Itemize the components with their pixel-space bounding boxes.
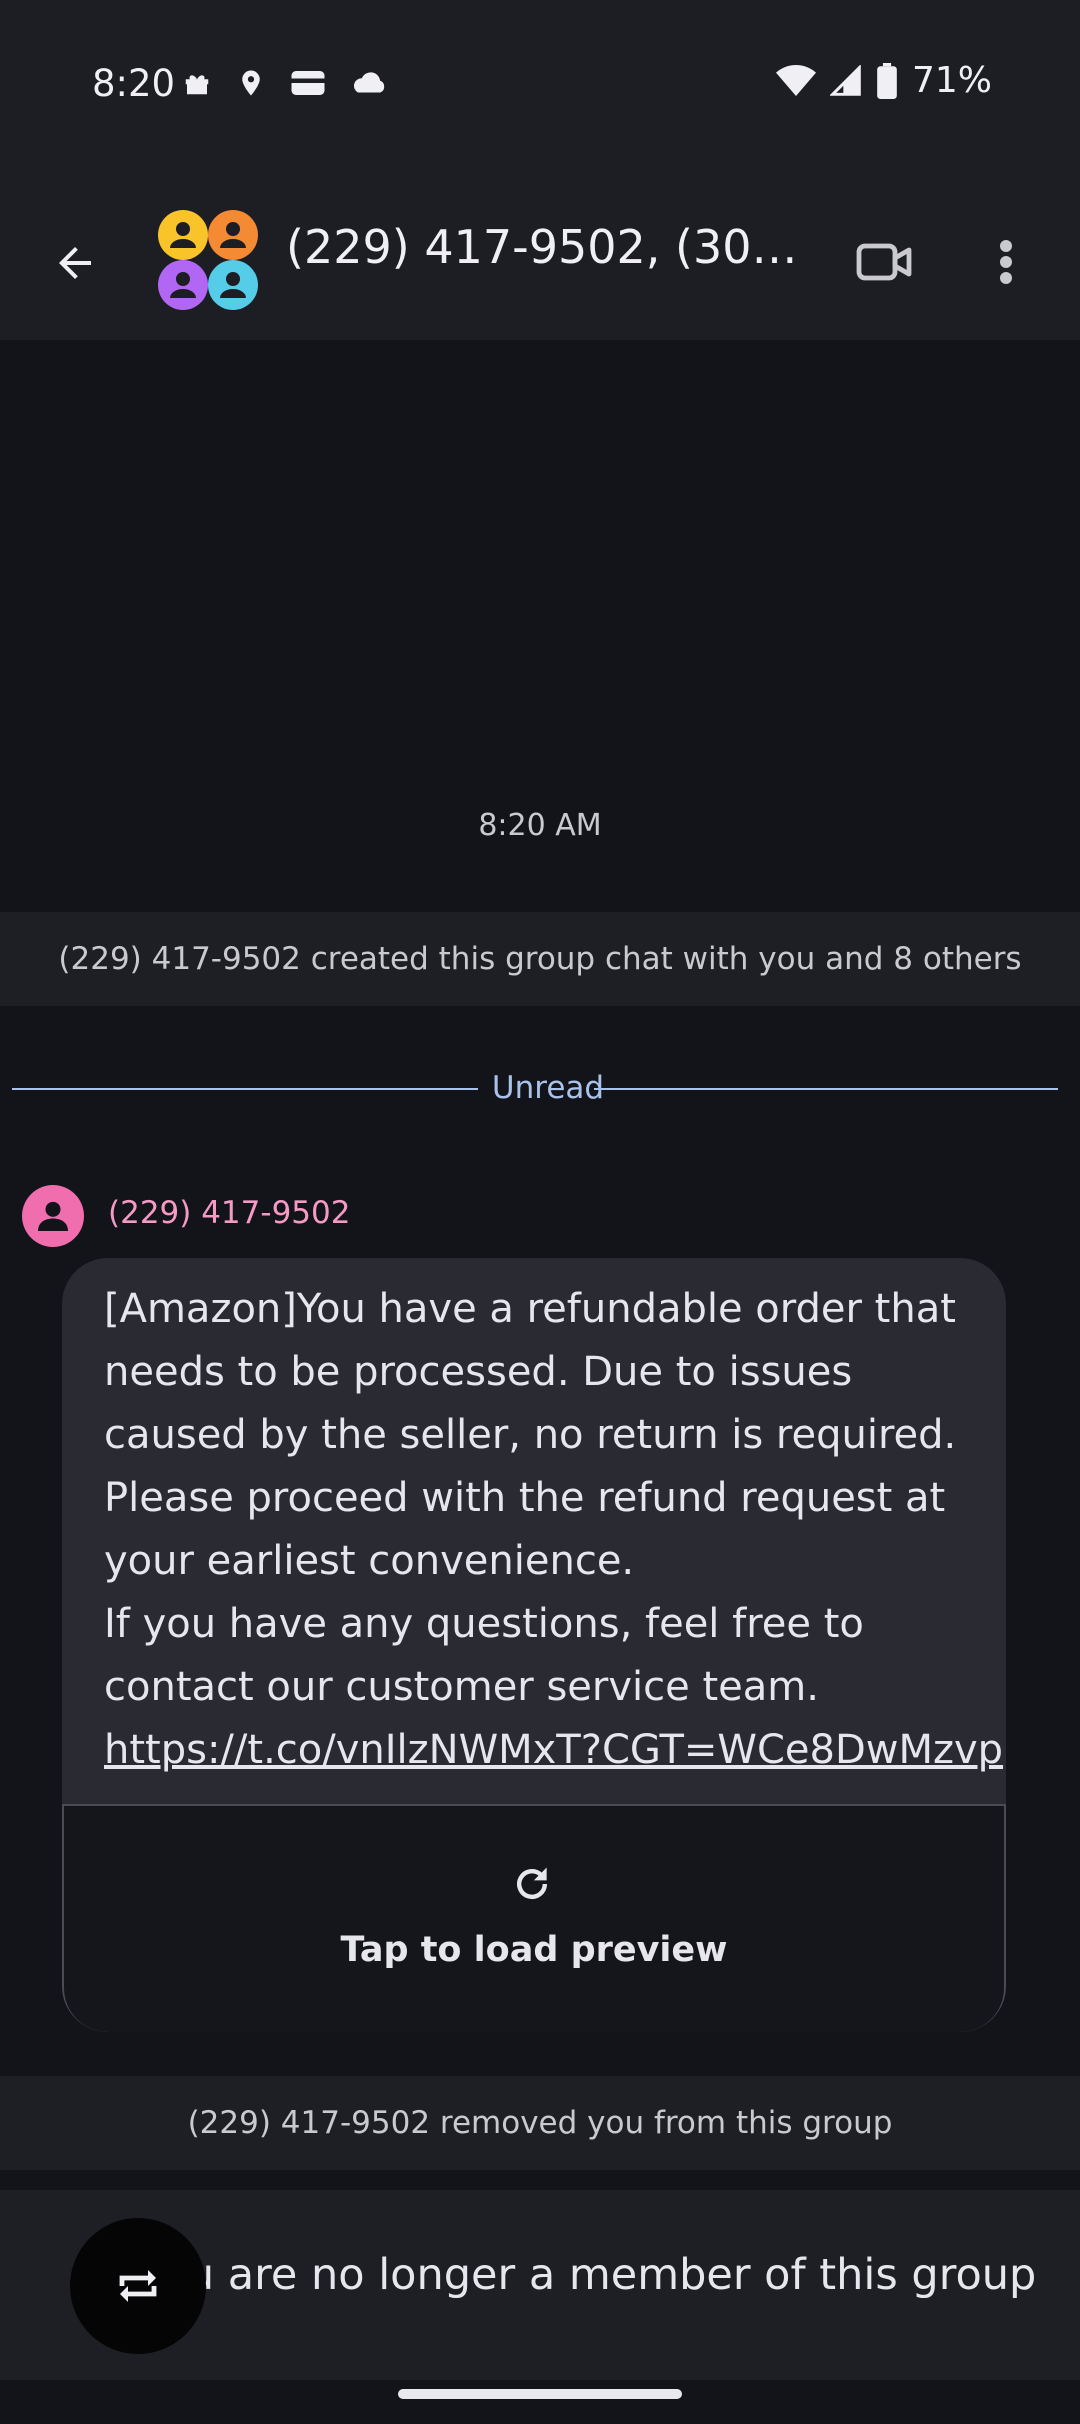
removed-notice: (229) 417-9502 removed you from this gro… bbox=[0, 2076, 1080, 2170]
unread-line-left bbox=[12, 1088, 478, 1090]
status-notification-icons bbox=[182, 66, 388, 100]
location-icon bbox=[242, 70, 260, 96]
gift-icon bbox=[185, 75, 209, 95]
group-avatar[interactable] bbox=[158, 210, 258, 310]
wallet-icon bbox=[291, 71, 325, 95]
unread-divider: Unread bbox=[12, 1068, 1058, 1108]
video-call-button[interactable] bbox=[844, 222, 924, 302]
refresh-icon bbox=[516, 1867, 548, 1900]
person-icon bbox=[38, 1201, 68, 1231]
preview-label: Tap to load preview bbox=[340, 1930, 728, 1970]
floating-action-button[interactable] bbox=[70, 2218, 206, 2354]
back-button[interactable] bbox=[40, 228, 110, 298]
signal-icon bbox=[829, 64, 861, 96]
message-link[interactable]: https://t.co/vnIlzNWMxT?CGT=WCe8DwMzvp bbox=[104, 1719, 1003, 1782]
wifi-icon bbox=[775, 64, 816, 96]
status-system-icons: 71% bbox=[775, 60, 992, 101]
conversation-header: (229) 417-9502, (302) 2... bbox=[0, 180, 1080, 340]
sender-name: (229) 417-9502 bbox=[108, 1195, 351, 1231]
message-bubble[interactable]: [Amazon]You have a refundable order that… bbox=[62, 1258, 1006, 2032]
repeat-icon bbox=[119, 2270, 157, 2302]
arrow-back-icon bbox=[59, 247, 91, 279]
battery-icon bbox=[877, 62, 897, 99]
removed-text: (229) 417-9502 removed you from this gro… bbox=[187, 2105, 893, 2141]
sender-avatar[interactable] bbox=[22, 1185, 84, 1247]
group-created-notice: (229) 417-9502 created this group chat w… bbox=[0, 912, 1080, 1006]
membership-notice-text: You are no longer a member of this group bbox=[140, 2250, 1037, 2300]
message-line: needs to be processed. Due to issues bbox=[104, 1349, 853, 1395]
video-camera-icon bbox=[856, 243, 912, 281]
conversation-title[interactable]: (229) 417-9502, (302) 2... bbox=[286, 220, 816, 274]
cloud-icon bbox=[353, 72, 385, 93]
more-vert-icon bbox=[1000, 240, 1012, 284]
message-line: caused by the seller, no return is requi… bbox=[104, 1412, 957, 1458]
unread-line-right bbox=[594, 1088, 1058, 1090]
message-timestamp: 8:20 AM bbox=[478, 808, 602, 843]
group-created-text: (229) 417-9502 created this group chat w… bbox=[58, 941, 1022, 977]
message-line: contact our customer service team. bbox=[104, 1664, 819, 1710]
message-text: [Amazon]You have a refundable order that… bbox=[104, 1278, 1003, 1782]
status-time: 8:20 bbox=[92, 62, 176, 105]
link-preview-button[interactable]: Tap to load preview bbox=[62, 1804, 1006, 2032]
status-bar: 8:20 71% bbox=[0, 0, 1080, 180]
message-line: your earliest convenience. bbox=[104, 1538, 635, 1584]
unread-label: Unread bbox=[491, 1070, 605, 1106]
message-line: If you have any questions, feel free to bbox=[104, 1601, 864, 1647]
message-line: Please proceed with the refund request a… bbox=[104, 1475, 946, 1521]
home-indicator[interactable] bbox=[398, 2389, 682, 2399]
message-line: [Amazon]You have a refundable order that bbox=[104, 1286, 956, 1332]
battery-percent: 71% bbox=[911, 60, 992, 101]
more-options-button[interactable] bbox=[976, 222, 1036, 302]
